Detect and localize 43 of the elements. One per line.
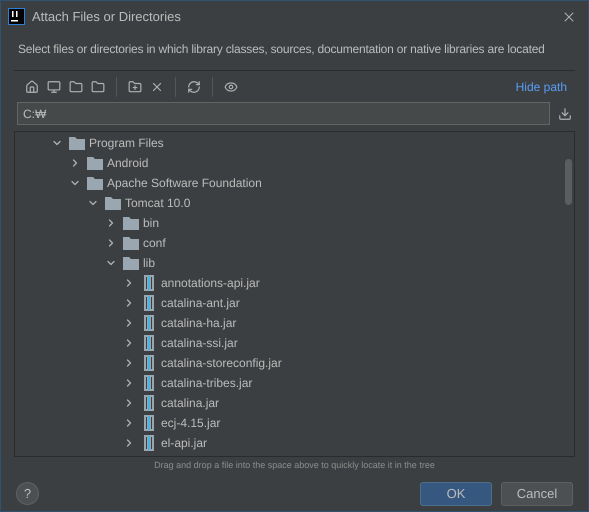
- jar-icon: [143, 435, 155, 451]
- jar-icon: [143, 355, 155, 371]
- download-icon[interactable]: [558, 106, 572, 120]
- jar-icon: [143, 315, 155, 331]
- tree-item[interactable]: ecj-4.15.jar: [161, 414, 220, 432]
- tree-item[interactable]: catalina-tribes.jar: [161, 374, 252, 392]
- jar-icon: [143, 415, 155, 431]
- tree-item[interactable]: conf: [143, 234, 166, 252]
- folder-icon: [123, 216, 139, 230]
- hint-text: Drag and drop a file into the space above to quickly locate it in the tree: [154, 459, 435, 472]
- tree-item[interactable]: el-api.jar: [161, 434, 208, 452]
- jar-icon: [143, 335, 155, 351]
- tree-item[interactable]: catalina-ssi.jar: [161, 334, 238, 352]
- tree-item[interactable]: catalina-ant.jar: [161, 294, 240, 312]
- scrollbar-thumb[interactable]: [565, 159, 572, 205]
- tree-item[interactable]: annotations-api.jar: [161, 274, 260, 292]
- path-field[interactable]: C:₩: [17, 102, 550, 125]
- window-title: Attach Files or Directories: [32, 8, 181, 26]
- cancel-button[interactable]: Cancel: [501, 482, 573, 506]
- folder-icon: [69, 136, 85, 150]
- tree-item[interactable]: lib: [143, 254, 156, 272]
- tree-item[interactable]: Android: [107, 154, 148, 172]
- ok-button[interactable]: OK: [420, 482, 492, 506]
- tree-item[interactable]: catalina-storeconfig.jar: [161, 354, 282, 372]
- tree-item[interactable]: catalina-ha.jar: [161, 314, 236, 332]
- folder-icon: [123, 236, 139, 250]
- tree-item[interactable]: Program Files: [89, 134, 164, 152]
- tree-item[interactable]: Apache Software Foundation: [107, 174, 262, 192]
- folder-icon: [87, 156, 103, 170]
- folder-icon: [105, 196, 121, 210]
- jar-icon: [143, 395, 155, 411]
- hide-path-link[interactable]: Hide path: [516, 78, 567, 96]
- jar-icon: [143, 375, 155, 391]
- jar-icon: [143, 275, 155, 291]
- tree-item[interactable]: bin: [143, 214, 160, 232]
- app-logo-icon: [8, 8, 25, 25]
- help-button[interactable]: ?: [16, 482, 39, 505]
- folder-icon: [87, 176, 103, 190]
- tree-item[interactable]: catalina.jar: [161, 394, 220, 412]
- folder-icon: [123, 256, 139, 270]
- tree-item[interactable]: Tomcat 10.0: [125, 194, 190, 212]
- description-text: Select files or directories in which library classes, sources, documentation or native libraries are located: [18, 42, 545, 56]
- jar-icon: [143, 295, 155, 311]
